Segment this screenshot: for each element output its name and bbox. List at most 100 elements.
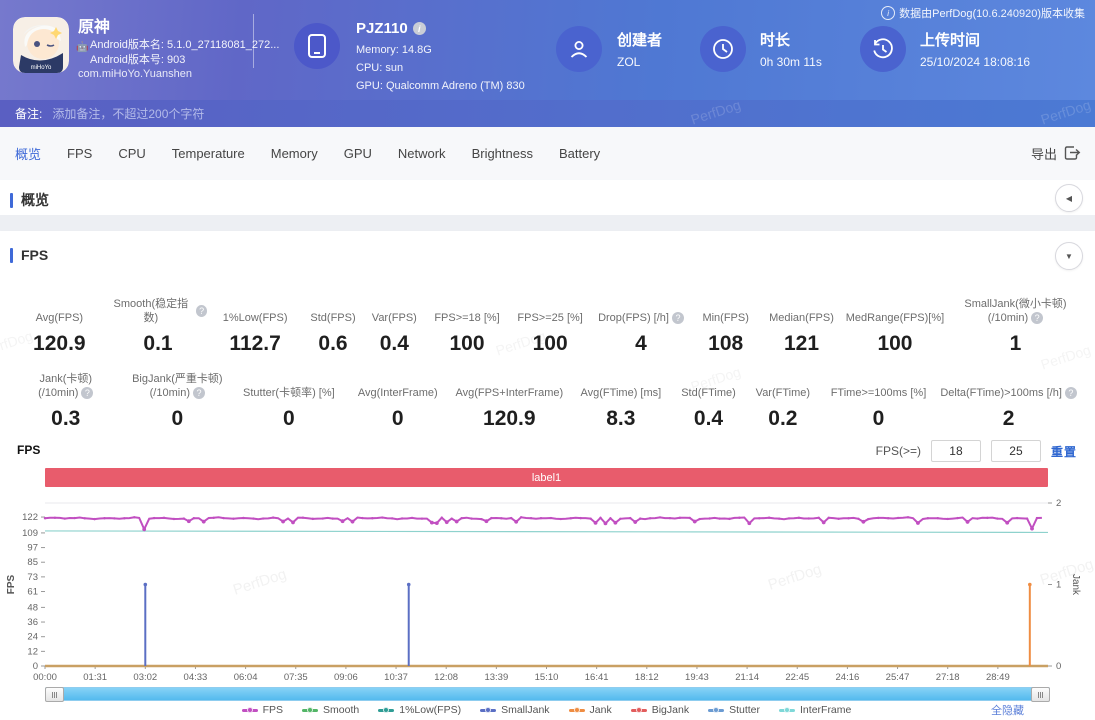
- stat-label: Jank(卡顿): [39, 373, 93, 385]
- help-icon[interactable]: ?: [671, 312, 684, 324]
- legend-item-InterFrame[interactable]: InterFrame: [779, 704, 851, 716]
- right-tick-label: 2: [1056, 498, 1061, 509]
- fps-collapse-button[interactable]: ▼: [1055, 242, 1083, 270]
- reset-button[interactable]: 重置: [1051, 443, 1077, 460]
- fps-point: [569, 517, 572, 520]
- legend-label: SmallJank: [501, 704, 550, 716]
- fps-point: [43, 517, 47, 520]
- stat-label: Min(FPS): [702, 312, 749, 324]
- fps-dip-point: [201, 519, 206, 524]
- phone-icon: [294, 23, 340, 69]
- stat-label: FTime>=100ms [%]: [830, 387, 927, 399]
- fps-threshold-high-input[interactable]: [990, 440, 1041, 462]
- overview-collapse-button[interactable]: ◀: [1055, 184, 1083, 212]
- fps-point: [996, 517, 999, 520]
- export-icon: [1064, 146, 1081, 160]
- legend-item-FPS[interactable]: FPS: [241, 704, 284, 716]
- scrollbar-right-handle[interactable]: [1031, 687, 1050, 702]
- help-icon[interactable]: ?: [1031, 312, 1044, 324]
- fps-dip-point: [444, 520, 449, 525]
- x-tick-label: 21:14: [735, 672, 759, 683]
- chart-label-bar[interactable]: label1: [45, 468, 1048, 487]
- legend-marker: [568, 707, 585, 713]
- fps-point: [648, 517, 652, 520]
- legend-label: Smooth: [323, 704, 360, 716]
- legend-label: Jank: [589, 704, 612, 716]
- legend-item-BigJank[interactable]: BigJank: [630, 704, 689, 716]
- overview-title-text: 概览: [21, 192, 49, 208]
- tab-FPS[interactable]: FPS: [54, 146, 105, 161]
- stat-value: 120.9: [33, 332, 86, 355]
- tab-Network[interactable]: Network: [385, 146, 459, 161]
- fps-point: [678, 516, 682, 520]
- fps-point: [956, 516, 959, 520]
- chart-zoom-scrollbar[interactable]: [45, 687, 1050, 702]
- overview-card: 概览 ◀: [0, 180, 1095, 215]
- stat-value: 4: [635, 332, 647, 355]
- stat-BigJank(严重卡顿): BigJank(严重卡顿) (/10min)? 0: [122, 361, 234, 431]
- stat-value: 0: [171, 407, 184, 430]
- fps-point: [539, 516, 543, 520]
- x-tick-label: 01:31: [83, 672, 107, 683]
- fps-point: [688, 516, 691, 520]
- device-info-icon[interactable]: i: [412, 22, 426, 35]
- help-icon[interactable]: ?: [1064, 387, 1077, 399]
- fps-point: [767, 516, 771, 519]
- left-tick-label: 109: [22, 528, 38, 539]
- tab-概览[interactable]: 概览: [2, 144, 54, 163]
- tab-GPU[interactable]: GPU: [331, 146, 385, 161]
- help-icon[interactable]: ?: [81, 387, 94, 399]
- help-icon[interactable]: ?: [192, 387, 205, 399]
- fps-threshold-low-input[interactable]: [930, 440, 981, 462]
- tab-CPU[interactable]: CPU: [105, 146, 158, 161]
- hide-all-button[interactable]: 全隐藏: [991, 702, 1024, 718]
- fps-point: [103, 517, 106, 520]
- fps-chart[interactable]: PerfDog PerfDog PerfDog0122436486173859710…: [0, 495, 1095, 687]
- legend-item-1%Low(FPS)[interactable]: 1%Low(FPS): [378, 704, 461, 716]
- fps-stats-row-2: Jank(卡顿) (/10min)? 0.3 BigJank(严重卡顿) (/10min…: [10, 361, 1083, 431]
- stat-value: 108: [708, 332, 744, 355]
- export-button[interactable]: 导出: [1031, 127, 1081, 180]
- scrollbar-left-handle[interactable]: [45, 687, 64, 702]
- remark-input[interactable]: [50, 105, 615, 122]
- legend-item-Stutter[interactable]: Stutter: [708, 704, 760, 716]
- help-icon[interactable]: ?: [196, 305, 208, 317]
- fps-point: [837, 517, 840, 520]
- tab-Brightness[interactable]: Brightness: [459, 146, 546, 161]
- fps-dip-point: [434, 521, 439, 526]
- x-tick-label: 06:04: [234, 672, 258, 683]
- watermark: PerfDog: [1038, 96, 1093, 128]
- stat-Jank(卡顿): Jank(卡顿) (/10min)? 0.3: [10, 361, 122, 431]
- fps-point: [658, 516, 662, 519]
- tab-Memory[interactable]: Memory: [258, 146, 331, 161]
- legend-item-SmallJank[interactable]: SmallJank: [480, 704, 550, 716]
- tab-Temperature[interactable]: Temperature: [159, 146, 258, 161]
- fps-dip-point: [593, 521, 598, 525]
- fps-dip-point: [916, 521, 920, 525]
- stat-label: Avg(FPS+InterFrame): [455, 387, 564, 399]
- stat-value: 0: [872, 407, 885, 430]
- stat-label: MedRange(FPS)[%]: [845, 312, 945, 324]
- stat-Var(FTime): Var(FTime) 0.2: [743, 361, 823, 431]
- x-tick-label: 04:33: [184, 672, 208, 683]
- creator-value: ZOL: [617, 55, 641, 69]
- device-cpu: CPU: sun: [356, 62, 404, 74]
- fps-point: [420, 517, 424, 520]
- legend-item-Smooth[interactable]: Smooth: [302, 704, 359, 716]
- fps-point: [371, 517, 374, 520]
- fps-dip-point: [340, 519, 345, 524]
- fps-point: [232, 517, 235, 520]
- device-name: PJZ110 i: [356, 20, 426, 37]
- legend-marker: [708, 707, 725, 713]
- fps-section-title: FPS: [10, 247, 48, 263]
- fps-point: [400, 517, 404, 520]
- legend-label: FPS: [262, 704, 284, 716]
- stat-label: FPS>=18 [%]: [434, 312, 500, 324]
- stat-Smooth(稳定指数): Smooth(稳定指数)? 0.1: [109, 286, 208, 356]
- x-tick-label: 09:06: [334, 672, 358, 683]
- stat-label: (/10min)?: [988, 311, 1044, 325]
- legend-item-Jank[interactable]: Jank: [568, 704, 612, 716]
- fps-dip-point: [1005, 520, 1010, 525]
- fps-point: [638, 517, 642, 520]
- tab-Battery[interactable]: Battery: [546, 146, 613, 161]
